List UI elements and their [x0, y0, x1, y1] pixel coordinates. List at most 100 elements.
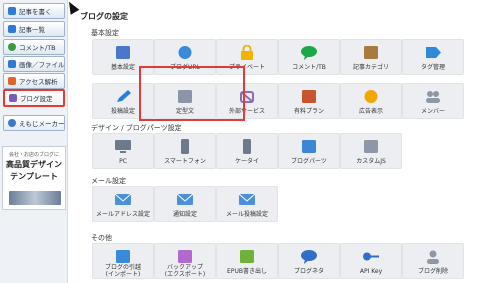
settings-tile[interactable]: ブログパーツ	[278, 133, 340, 169]
settings-tile[interactable]: ブログの引越 (インポート)	[92, 243, 154, 279]
template-icon	[174, 89, 196, 104]
settings-tile-label: 基本設定	[110, 64, 135, 71]
settings-tile[interactable]: 記事カテゴリ	[340, 39, 402, 75]
settings-tile[interactable]: ケータイ	[216, 133, 278, 169]
settings-tile[interactable]: プライベート	[216, 39, 278, 75]
mail-post-icon	[236, 192, 258, 207]
image-icon	[8, 60, 16, 68]
settings-tile-label: ブログの引越 (インポート)	[104, 264, 141, 278]
settings-tile-label: 投稿設定	[110, 108, 135, 115]
settings-tile[interactable]: PC	[92, 133, 154, 169]
settings-tile-label: メール投稿設定	[225, 211, 268, 218]
pencil-icon	[112, 89, 134, 104]
settings-tile[interactable]: コメント/TB	[278, 39, 340, 75]
smartphone-icon	[174, 139, 196, 154]
mail-icon	[112, 192, 134, 207]
delete-icon	[422, 249, 444, 264]
settings-tile[interactable]: ブログ削除	[402, 243, 464, 279]
sidebar-item-label: 記事を書く	[19, 8, 52, 16]
sidebar-item-label: 画像／ファイル	[19, 61, 65, 69]
settings-tile[interactable]: 定型文	[154, 83, 216, 119]
settings-tile[interactable]: 通知設定	[154, 186, 216, 222]
list-icon	[8, 25, 16, 33]
section-title: メール設定	[91, 177, 126, 185]
sidebar-item-label: ブログ設定	[20, 95, 53, 103]
settings-tile-label: プライベート	[228, 64, 265, 71]
sidebar-item-write-post[interactable]: 記事を書く	[3, 3, 65, 19]
settings-tile-label: ブログURL	[170, 64, 200, 71]
settings-tile[interactable]: タグ管理	[402, 39, 464, 75]
settings-tile-label: 外部サービス	[228, 108, 265, 115]
monitor-icon	[112, 139, 134, 154]
settings-tile-label: カスタムJS	[356, 158, 386, 165]
globe-icon	[174, 45, 196, 60]
settings-tile-label: EPUB書き出し	[227, 268, 267, 275]
settings-tile-label: ブログパーツ	[291, 158, 327, 165]
settings-tile-label: ブログ削除	[417, 268, 448, 275]
settings-tile[interactable]: スマートフォン	[154, 133, 216, 169]
settings-tile[interactable]: 投稿設定	[92, 83, 154, 119]
settings-tile[interactable]: 基本設定	[92, 39, 154, 75]
chart-icon	[8, 77, 16, 85]
speech-bubble-icon	[298, 45, 320, 60]
import-icon	[112, 249, 134, 264]
sidebar-item-emoji-maker[interactable]: えもじメーカー	[3, 115, 65, 131]
settings-tile-label: スマートフォン	[164, 158, 206, 165]
comment-icon	[8, 43, 16, 51]
epub-icon	[236, 249, 258, 264]
lock-icon	[236, 45, 258, 60]
settings-tile-label: 有料プラン	[293, 108, 324, 115]
tag-icon	[422, 45, 444, 60]
puzzle-icon	[236, 89, 258, 104]
settings-tile[interactable]: バックアップ (エクスポート)	[154, 243, 216, 279]
settings-tile[interactable]: メールアドレス設定	[92, 186, 154, 222]
section-title: 基本設定	[91, 29, 119, 37]
sidebar: 記事を書く 記事一覧 コメント/TB 画像／ファイル アクセス解析 ブログ設定 …	[0, 0, 68, 283]
sidebar-item-label: アクセス解析	[19, 78, 58, 86]
topics-icon	[298, 249, 320, 264]
settings-tile-label: 記事カテゴリ	[352, 64, 389, 71]
settings-tile-label: 定型文	[175, 108, 194, 115]
settings-tile[interactable]: カスタムJS	[340, 133, 402, 169]
pencil-icon	[8, 7, 16, 15]
settings-tile[interactable]: メンバー	[402, 83, 464, 119]
sidebar-item-label: 記事一覧	[19, 26, 45, 34]
emoji-icon	[8, 119, 16, 127]
settings-tile[interactable]: ブログネタ	[278, 243, 340, 279]
page-title: ブログの設定	[80, 12, 128, 21]
settings-tile-label: ブログネタ	[293, 268, 324, 275]
export-icon	[174, 249, 196, 264]
settings-tile-label: コメント/TB	[292, 64, 326, 71]
template-ad-banner[interactable]: 会社・お店のブログに 高品質デザイン テンプレート	[2, 146, 66, 210]
coin-icon	[360, 89, 382, 104]
ad-headline-2: テンプレート	[10, 172, 58, 181]
settings-tile[interactable]: 外部サービス	[216, 83, 278, 119]
settings-tile[interactable]: ブログURL	[154, 39, 216, 75]
folder-icon	[360, 45, 382, 60]
wrench-icon	[9, 94, 17, 102]
parts-icon	[298, 139, 320, 154]
settings-tile-label: タグ管理	[420, 64, 445, 71]
sidebar-item-analytics[interactable]: アクセス解析	[3, 73, 65, 89]
sidebar-item-images[interactable]: 画像／ファイル	[3, 56, 65, 72]
sidebar-item-blog-settings[interactable]: ブログ設定	[3, 89, 65, 107]
settings-tile-label: ケータイ	[234, 158, 259, 165]
sidebar-item-label: コメント/TB	[19, 44, 56, 52]
settings-tile[interactable]: 広告表示	[340, 83, 402, 119]
settings-tile-label: PC	[119, 158, 127, 165]
sidebar-item-label: えもじメーカー	[19, 120, 65, 128]
js-icon	[360, 139, 382, 154]
settings-tile[interactable]: 有料プラン	[278, 83, 340, 119]
section-title: デザイン / ブログパーツ設定	[91, 124, 182, 132]
members-icon	[422, 89, 444, 104]
id-card-icon	[112, 45, 134, 60]
settings-tile[interactable]: EPUB書き出し	[216, 243, 278, 279]
briefcase-icon	[298, 89, 320, 104]
key-icon	[360, 249, 382, 264]
settings-tile[interactable]: メール投稿設定	[216, 186, 278, 222]
settings-tile-label: 通知設定	[172, 211, 197, 218]
sidebar-item-comments[interactable]: コメント/TB	[3, 39, 65, 55]
settings-tile-label: メールアドレス設定	[95, 211, 150, 218]
sidebar-item-post-list[interactable]: 記事一覧	[3, 21, 65, 37]
settings-tile[interactable]: API Key	[340, 243, 402, 279]
